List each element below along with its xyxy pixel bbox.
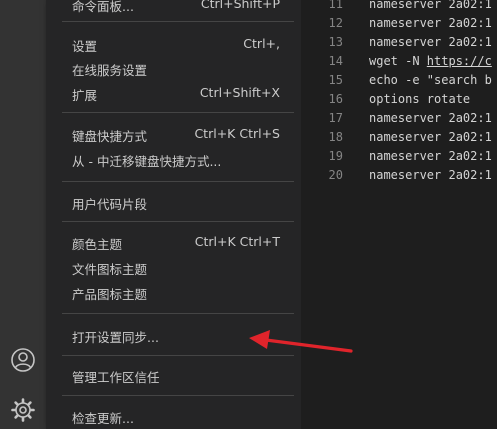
- menu-item-label: 用户代码片段: [72, 197, 148, 212]
- menu-item-label: 扩展: [72, 88, 98, 103]
- menu-item-product-icon-theme[interactable]: 产品图标主题: [46, 280, 301, 304]
- code-text: options rotate: [369, 92, 471, 106]
- menu-item-shortcut: Ctrl+K Ctrl+T: [194, 234, 280, 249]
- menu-item-label: 颜色主题: [72, 237, 123, 252]
- menu-item-label: 命令面板...: [72, 0, 134, 14]
- code-text: nameserver 2a02:1: [369, 130, 492, 144]
- code-text: nameserver 2a02:1: [369, 0, 492, 11]
- menu-separator: [62, 355, 294, 356]
- menu-separator: [62, 221, 294, 222]
- code-line: 12 nameserver 2a02:1: [301, 16, 497, 35]
- code-line: 20 nameserver 2a02:1: [301, 168, 497, 187]
- menu-separator: [62, 21, 294, 22]
- menu-item-label: 文件图标主题: [72, 262, 148, 277]
- menu-item-settings[interactable]: 设置 Ctrl+,: [46, 32, 301, 56]
- menu-item-label: 打开设置同步...: [72, 330, 159, 345]
- menu-separator: [62, 112, 294, 113]
- menu-separator: [62, 395, 294, 396]
- menu-item-label: 管理工作区信任: [72, 370, 160, 385]
- code-text: wget -N https://c: [369, 54, 492, 68]
- code-text: echo -e "search b: [369, 73, 492, 87]
- line-number: 18: [328, 130, 343, 144]
- menu-item-shortcut: Ctrl+Shift+X: [199, 85, 280, 100]
- menu-item-label: 产品图标主题: [72, 287, 148, 302]
- line-number: 19: [328, 149, 343, 163]
- menu-item-settings-sync[interactable]: 打开设置同步...: [46, 323, 301, 347]
- code-link[interactable]: https://c: [427, 54, 492, 68]
- code-text: nameserver 2a02:1: [369, 168, 492, 182]
- code-line: 17 nameserver 2a02:1: [301, 111, 497, 130]
- line-number: 12: [328, 16, 343, 30]
- code-text: nameserver 2a02:1: [369, 16, 492, 30]
- line-number: 17: [328, 111, 343, 125]
- menu-separator: [62, 313, 294, 314]
- menu-item-shortcut: Ctrl+K Ctrl+S: [194, 126, 280, 141]
- code-line: 15 echo -e "search b: [301, 73, 497, 92]
- menu-item-label: 从 - 中迁移键盘快捷方式...: [72, 154, 222, 169]
- line-number: 14: [328, 54, 343, 68]
- code-text: nameserver 2a02:1: [369, 111, 492, 125]
- menu-item-label: 在线服务设置: [72, 63, 148, 78]
- account-icon[interactable]: [9, 346, 37, 374]
- menu-item-file-icon-theme[interactable]: 文件图标主题: [46, 255, 301, 279]
- menu-item-color-theme[interactable]: 颜色主题 Ctrl+K Ctrl+T: [46, 230, 301, 254]
- menu-item-shortcut: Ctrl+,: [243, 36, 280, 51]
- menu-item-label: 检查更新...: [72, 411, 134, 426]
- code-line: 18 nameserver 2a02:1: [301, 130, 497, 149]
- code-editor[interactable]: 11 nameserver 2a02:1 12 nameserver 2a02:…: [301, 0, 497, 429]
- menu-item-label: 设置: [72, 39, 98, 54]
- code-line: 16 options rotate: [301, 92, 497, 111]
- menu-separator: [62, 181, 294, 182]
- line-number: 15: [328, 73, 343, 87]
- line-number: 20: [328, 168, 343, 182]
- menu-item-keyboard-shortcuts[interactable]: 键盘快捷方式 Ctrl+K Ctrl+S: [46, 122, 301, 146]
- menu-item-online-services-settings[interactable]: 在线服务设置: [46, 56, 301, 80]
- menu-item-check-for-updates[interactable]: 检查更新...: [46, 404, 301, 428]
- line-number: 11: [328, 0, 343, 11]
- menu-item-extensions[interactable]: 扩展 Ctrl+Shift+X: [46, 81, 301, 105]
- menu-item-manage-workspace-trust[interactable]: 管理工作区信任: [46, 363, 301, 387]
- menu-item-label: 键盘快捷方式: [72, 129, 148, 144]
- manage-menu: 命令面板... Ctrl+Shift+P 设置 Ctrl+, 在线服务设置 扩展…: [46, 0, 301, 429]
- code-text: nameserver 2a02:1: [369, 149, 492, 163]
- code-line: 14 wget -N https://c: [301, 54, 497, 73]
- code-line: 19 nameserver 2a02:1: [301, 149, 497, 168]
- activity-bar: [0, 0, 46, 429]
- menu-item-user-snippets[interactable]: 用户代码片段: [46, 190, 301, 214]
- menu-item-migrate-keyboard-shortcuts[interactable]: 从 - 中迁移键盘快捷方式...: [46, 147, 301, 171]
- code-text-command: wget -N: [369, 54, 427, 68]
- menu-item-command-palette[interactable]: 命令面板... Ctrl+Shift+P: [46, 0, 301, 16]
- line-number: 13: [328, 35, 343, 49]
- code-text: nameserver 2a02:1: [369, 35, 492, 49]
- code-line: 11 nameserver 2a02:1: [301, 0, 497, 16]
- line-number: 16: [328, 92, 343, 106]
- gear-icon[interactable]: [9, 396, 37, 424]
- menu-item-shortcut: Ctrl+Shift+P: [200, 0, 280, 11]
- code-line: 13 nameserver 2a02:1: [301, 35, 497, 54]
